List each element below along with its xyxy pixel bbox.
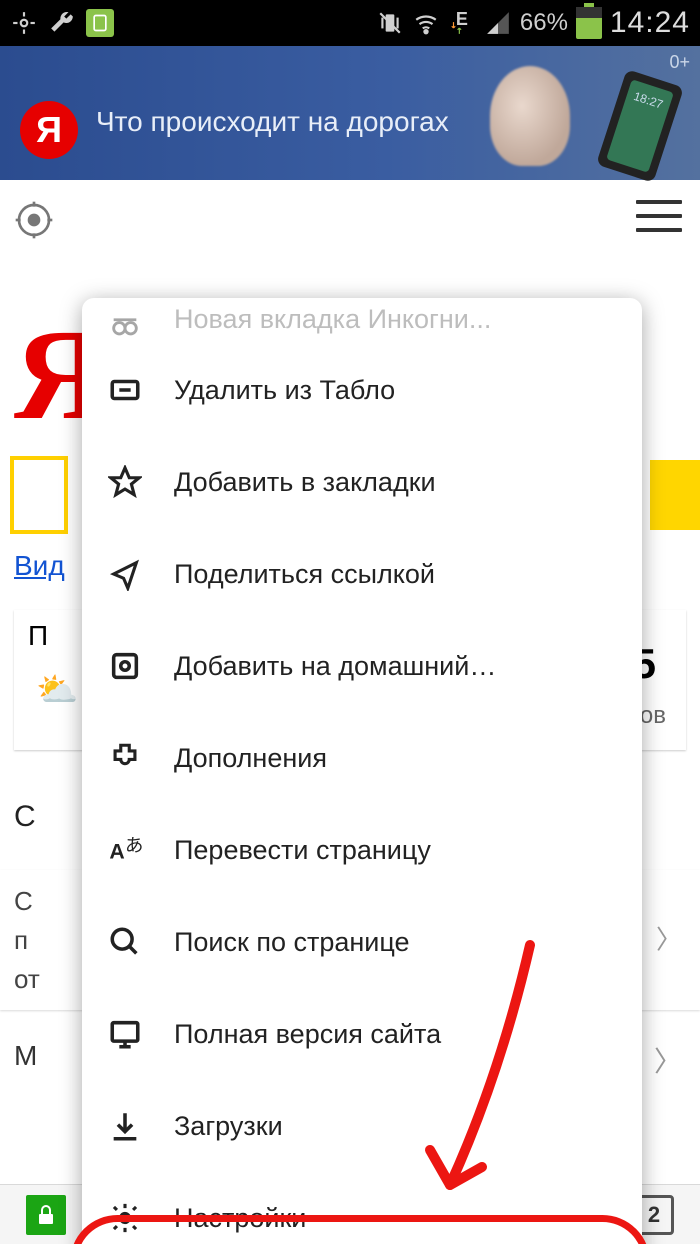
age-badge: 0+	[669, 52, 690, 73]
clock: 14:24	[610, 6, 690, 40]
banner-title: Что происходит на дорогах	[96, 106, 449, 138]
extensions-icon	[106, 739, 144, 777]
hamburger-menu-button[interactable]	[636, 200, 682, 232]
menu-item-label: Загрузки	[174, 1111, 283, 1142]
banner-phone	[596, 69, 684, 183]
settings-icon	[106, 1199, 144, 1237]
menu-item-label: Добавить в закладки	[174, 467, 436, 498]
sun-icon: ⛅	[36, 670, 78, 710]
desktop-icon	[106, 1015, 144, 1053]
wifi-icon	[412, 9, 440, 37]
browser-banner[interactable]: 0+ Я Что происходит на дорогах	[0, 46, 700, 180]
section-m[interactable]: М 〉	[14, 1040, 37, 1072]
translate-icon: Aあ	[106, 831, 144, 869]
menu-item-label: Добавить на домашний…	[174, 651, 496, 682]
weather-card-text: П	[28, 620, 48, 652]
star-icon	[106, 463, 144, 501]
find-on-page-icon	[106, 923, 144, 961]
battery-icon	[576, 7, 602, 39]
vibrate-icon	[376, 9, 404, 37]
share-icon	[106, 555, 144, 593]
video-link[interactable]: Вид	[14, 550, 65, 582]
incognito-icon	[106, 305, 144, 343]
svg-text:A: A	[109, 840, 124, 864]
menu-item-label: Перевести страницу	[174, 835, 431, 866]
menu-item-download[interactable]: Загрузки	[82, 1080, 642, 1172]
lock-icon[interactable]	[26, 1195, 66, 1235]
menu-item-desktop[interactable]: Полная версия сайта	[82, 988, 642, 1080]
menu-item-share[interactable]: Поделиться ссылкой	[82, 528, 642, 620]
menu-item-label: Поделиться ссылкой	[174, 559, 435, 590]
chevron-right-icon: 〉	[656, 921, 682, 960]
signal-icon	[484, 9, 512, 37]
menu-item-settings[interactable]: Настройки	[82, 1172, 642, 1244]
add-home-icon	[106, 647, 144, 685]
status-right-icons: E 66% 14:24	[376, 6, 690, 40]
svg-text:あ: あ	[125, 834, 142, 855]
page-content: Я Вид П ⛅ 5 ов С С п от 〉 М 〉 2 Новая вк…	[0, 180, 700, 1244]
menu-item-add-home[interactable]: Добавить на домашний…	[82, 620, 642, 712]
location-icon[interactable]	[14, 200, 54, 240]
menu-item-find-on-page[interactable]: Поиск по странице	[82, 896, 642, 988]
browser-context-menu: Новая вкладка Инкогни... Удалить из Табло…	[82, 298, 642, 1244]
menu-item-remove-tile[interactable]: Удалить из Табло	[82, 344, 642, 436]
data-icon: E	[448, 5, 476, 33]
tab-count-label: 2	[648, 1202, 660, 1228]
menu-item-extensions[interactable]: Дополнения	[82, 712, 642, 804]
status-left-icons	[10, 9, 114, 37]
banner-face	[490, 66, 570, 166]
menu-item-label: Новая вкладка Инкогни...	[174, 304, 491, 335]
yandex-logo[interactable]: Я	[20, 101, 78, 159]
chevron-right-icon: 〉	[654, 1040, 682, 1080]
menu-item-label: Поиск по странице	[174, 927, 410, 958]
menu-item-incognito[interactable]: Новая вкладка Инкогни...	[82, 302, 642, 344]
battery-percent: 66%	[520, 9, 568, 37]
yandex-logo-letter: Я	[36, 109, 62, 151]
menu-item-star[interactable]: Добавить в закладки	[82, 436, 642, 528]
status-bar: E 66% 14:24	[0, 0, 700, 46]
wrench-icon	[48, 9, 76, 37]
remove-tile-icon	[106, 371, 144, 409]
gps-icon	[10, 9, 38, 37]
search-box-left[interactable]	[14, 460, 64, 530]
menu-item-label: Дополнения	[174, 743, 327, 774]
app-green-icon	[86, 9, 114, 37]
menu-item-label: Настройки	[174, 1203, 306, 1234]
menu-item-label: Удалить из Табло	[174, 375, 395, 406]
section-m-label: М	[14, 1040, 37, 1071]
download-icon	[106, 1107, 144, 1145]
menu-item-label: Полная версия сайта	[174, 1019, 441, 1050]
search-button-right[interactable]	[650, 460, 700, 530]
weather-unit: ов	[640, 702, 666, 730]
menu-item-translate[interactable]: Aあ Перевести страницу	[82, 804, 642, 896]
